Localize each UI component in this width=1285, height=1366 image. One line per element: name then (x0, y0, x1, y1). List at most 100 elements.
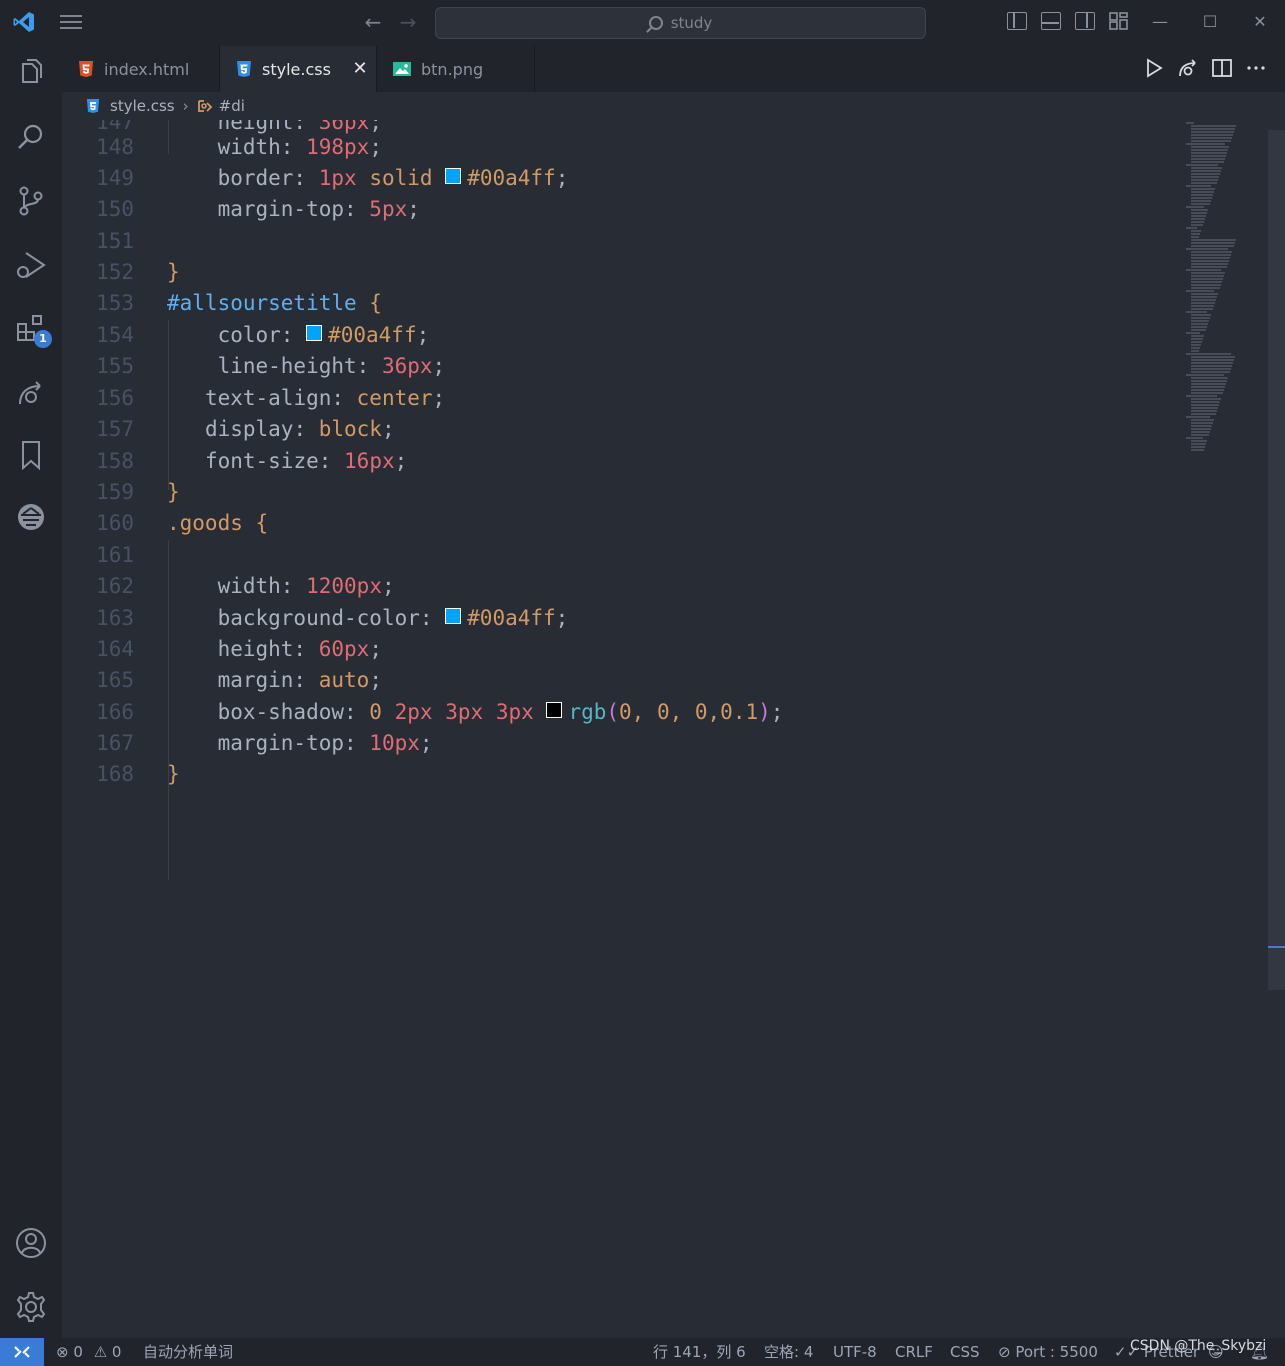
minimap-line (1191, 176, 1219, 178)
minimap-line (1191, 398, 1221, 400)
minimap-line (1191, 209, 1208, 211)
minimap-line (1191, 323, 1208, 325)
code-line: 157 display: block; (96, 417, 395, 441)
code-line: 155 line-height: 36px; (96, 354, 446, 378)
code-line: 162 width: 1200px; (96, 574, 395, 598)
minimap-line (1191, 404, 1219, 406)
minimap-line (1191, 422, 1213, 424)
scrollbar-cursor-marker (1268, 946, 1285, 948)
breadcrumb-symbol[interactable]: #di (219, 97, 245, 115)
minimap-line (1191, 161, 1224, 163)
encoding-status[interactable]: UTF-8 (833, 1338, 877, 1366)
minimap-line (1191, 365, 1232, 367)
minimize-window-icon[interactable]: — (1148, 10, 1172, 34)
close-tab-icon[interactable]: ✕ (350, 46, 370, 92)
breadcrumb: style.css › #di (62, 92, 1285, 120)
source-control-icon[interactable] (14, 184, 48, 218)
minimap-line (1186, 437, 1203, 439)
minimap-line (1191, 170, 1221, 172)
live-share-icon[interactable] (14, 376, 48, 410)
run-code-icon[interactable] (1142, 56, 1166, 80)
minimap-line (1191, 329, 1206, 331)
cursor-position[interactable]: 行 141，列 6 (653, 1338, 746, 1366)
minimap-line (1191, 242, 1235, 244)
minimap-line (1191, 194, 1213, 196)
language-mode[interactable]: CSS (950, 1338, 980, 1366)
tab-btn-png[interactable]: btn.png (377, 46, 535, 92)
menu-icon[interactable] (58, 11, 84, 33)
accounts-icon[interactable] (14, 1226, 48, 1260)
minimap-line (1191, 254, 1231, 256)
problems-indicator[interactable]: ⊗ 0 ⚠ 0 (56, 1338, 121, 1366)
remote-indicator[interactable] (0, 1338, 44, 1366)
minimap-line (1186, 185, 1211, 187)
minimap-line (1191, 251, 1232, 253)
extensions-badge: 1 (34, 330, 52, 348)
code-editor[interactable]: 147 height: 36px; 148 width: 198px; 149 … (62, 120, 1268, 1338)
breadcrumb-file[interactable]: style.css (110, 97, 175, 115)
close-window-icon[interactable]: ✕ (1248, 10, 1272, 34)
minimap-line (1191, 158, 1225, 160)
minimap-line (1191, 377, 1228, 379)
scrollbar-thumb[interactable] (1268, 130, 1285, 990)
minimap-line (1191, 137, 1232, 139)
search-sidebar-icon[interactable] (14, 120, 48, 154)
run-and-debug-icon[interactable] (14, 248, 48, 282)
color-swatch[interactable] (546, 702, 563, 718)
explorer-icon[interactable] (14, 56, 48, 90)
customize-layout-icon[interactable] (1109, 12, 1129, 30)
minimap-line (1191, 383, 1226, 385)
minimap-line (1186, 143, 1225, 145)
command-center-search[interactable]: study (435, 7, 926, 39)
indentation-status[interactable]: 空格: 4 (764, 1338, 813, 1366)
live-share-action-icon[interactable] (1176, 56, 1200, 80)
csdn-watermark: CSDN @The_Skybzi (1130, 1338, 1267, 1354)
toggle-panel-icon[interactable] (1041, 12, 1061, 30)
more-actions-icon[interactable] (1244, 56, 1268, 80)
code-line: 165 margin: auto; (96, 668, 382, 692)
split-editor-icon[interactable] (1210, 56, 1234, 80)
code-line: 161 (96, 543, 134, 567)
minimap-line (1191, 260, 1229, 262)
minimap-line (1191, 299, 1216, 301)
color-swatch[interactable] (445, 608, 462, 624)
eol-status[interactable]: CRLF (895, 1338, 933, 1366)
remote-explorer-icon[interactable] (14, 500, 48, 534)
minimap[interactable] (1186, 120, 1256, 460)
code-line: 166 box-shadow: 0 2px 3px 3px rgb(0, 0, … (96, 700, 784, 724)
color-swatch[interactable] (306, 325, 323, 341)
minimap-line (1191, 134, 1233, 136)
forward-arrow-icon[interactable]: → (397, 10, 419, 34)
workspace-name: study (670, 14, 713, 32)
word-analysis-status[interactable]: 自动分析单词 (143, 1338, 233, 1366)
tab-index-html[interactable]: index.html (62, 46, 220, 92)
minimap-line (1191, 155, 1226, 157)
minimap-line (1191, 167, 1222, 169)
bookmarks-icon[interactable] (14, 438, 48, 472)
minimap-line (1191, 380, 1227, 382)
minimap-line (1191, 140, 1231, 142)
settings-gear-icon[interactable] (14, 1290, 48, 1324)
minimap-line (1191, 179, 1218, 181)
code-line: 159} (96, 480, 180, 504)
maximize-window-icon[interactable]: ☐ (1198, 10, 1222, 34)
toggle-primary-sidebar-icon[interactable] (1007, 12, 1027, 30)
minimap-line (1191, 413, 1216, 415)
minimap-line (1191, 281, 1222, 283)
minimap-line (1191, 146, 1229, 148)
minimap-line (1191, 419, 1214, 421)
minimap-line (1191, 350, 1199, 352)
minimap-line (1186, 248, 1228, 250)
toggle-secondary-sidebar-icon[interactable] (1075, 12, 1095, 30)
minimap-line (1191, 173, 1220, 175)
minimap-line (1191, 446, 1205, 448)
back-arrow-icon[interactable]: ← (362, 10, 384, 34)
image-file-icon (393, 62, 411, 76)
live-server-port[interactable]: ⊘ Port : 5500 (998, 1338, 1098, 1366)
color-swatch[interactable] (445, 168, 462, 184)
tab-label: btn.png (421, 59, 484, 79)
minimap-line (1186, 206, 1204, 208)
code-line: 156 text-align: center; (96, 386, 446, 410)
editor-tab-bar: index.html style.css btn.png (62, 46, 1285, 92)
minimap-line (1191, 326, 1207, 328)
